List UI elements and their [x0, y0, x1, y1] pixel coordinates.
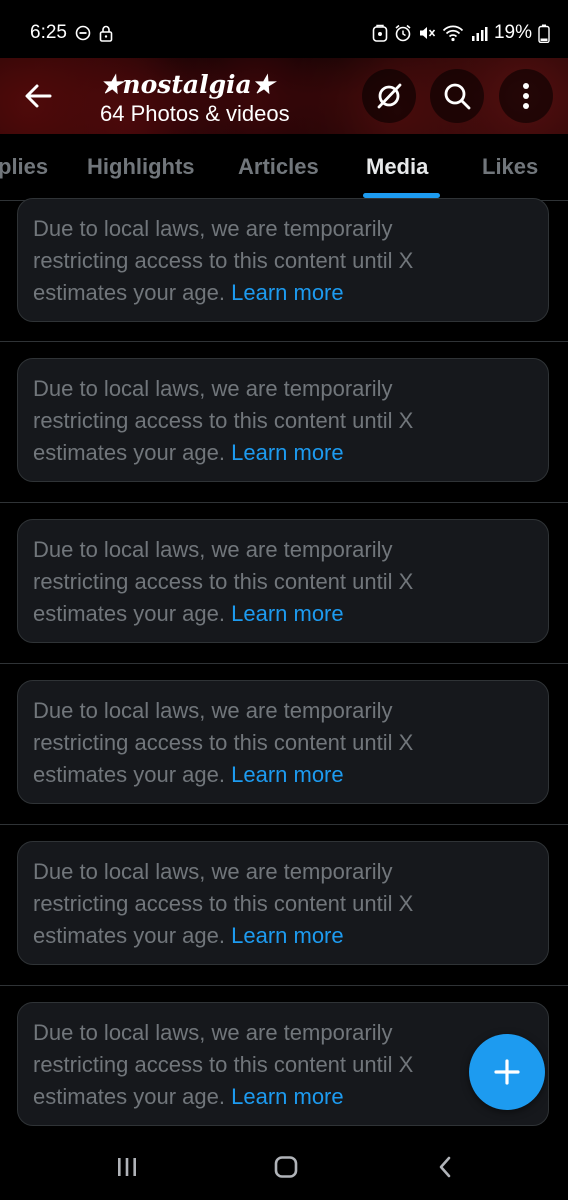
list-item: Due to local laws, we are temporarily re…: [0, 502, 568, 664]
status-bar: 6:25 19%: [0, 0, 568, 58]
learn-more-link[interactable]: Learn more: [231, 762, 344, 787]
back-button[interactable]: [14, 73, 62, 119]
more-button[interactable]: [499, 69, 553, 123]
age-restriction-notice: Due to local laws, we are temporarily re…: [17, 680, 549, 804]
media-count: 64 Photos & videos: [100, 101, 290, 126]
app-notification-icon: [372, 24, 388, 42]
tab-replies[interactable]: plies: [0, 154, 48, 180]
recent-apps-icon: [118, 1158, 136, 1176]
profile-name: ★nostalgia★: [100, 70, 275, 99]
lock-icon: [99, 25, 113, 42]
grok-button[interactable]: [362, 69, 416, 123]
notice-line: estimates your age.: [33, 1084, 225, 1109]
notice-line: restricting access to this content until…: [33, 891, 414, 916]
notice-line: estimates your age.: [33, 601, 225, 626]
notice-line: Due to local laws, we are temporarily: [33, 537, 393, 562]
tab-media[interactable]: Media: [366, 154, 428, 180]
tab-articles[interactable]: Articles: [238, 154, 319, 180]
profile-tabs: plies Highlights Articles Media Likes: [0, 134, 568, 201]
notice-line: restricting access to this content until…: [33, 1052, 414, 1077]
signal-icon: [470, 24, 488, 42]
profile-header: ★nostalgia★ 64 Photos & videos: [0, 58, 568, 134]
notice-line: restricting access to this content until…: [33, 730, 414, 755]
system-back-button[interactable]: [425, 1150, 465, 1184]
age-restriction-notice: Due to local laws, we are temporarily re…: [17, 841, 549, 965]
notice-line: Due to local laws, we are temporarily: [33, 698, 393, 723]
plus-icon: [494, 1059, 520, 1085]
status-time: 6:25: [30, 22, 67, 43]
notice-line: estimates your age.: [33, 440, 225, 465]
battery-icon: [538, 24, 550, 43]
tab-highlights[interactable]: Highlights: [87, 154, 195, 180]
back-icon: [439, 1156, 451, 1178]
learn-more-link[interactable]: Learn more: [231, 1084, 344, 1109]
mute-icon: [418, 24, 436, 42]
recent-apps-button[interactable]: [107, 1150, 147, 1184]
list-item: Due to local laws, we are temporarily re…: [0, 198, 568, 342]
notice-line: Due to local laws, we are temporarily: [33, 859, 393, 884]
home-icon: [274, 1156, 298, 1178]
learn-more-link[interactable]: Learn more: [231, 280, 344, 305]
learn-more-link[interactable]: Learn more: [231, 601, 344, 626]
more-vertical-icon: [523, 83, 529, 109]
battery-percent: 19%: [493, 22, 532, 43]
compose-button[interactable]: [469, 1034, 545, 1110]
search-icon: [444, 83, 471, 110]
search-button[interactable]: [430, 69, 484, 123]
learn-more-link[interactable]: Learn more: [231, 923, 344, 948]
alarm-icon: [394, 24, 412, 42]
notice-line: Due to local laws, we are temporarily: [33, 376, 393, 401]
system-nav-bar: [0, 1132, 568, 1200]
list-item: Due to local laws, we are temporarily re…: [0, 824, 568, 986]
home-button[interactable]: [266, 1150, 306, 1184]
age-restriction-notice: Due to local laws, we are temporarily re…: [17, 358, 549, 482]
notice-line: estimates your age.: [33, 280, 225, 305]
header-title: ★nostalgia★ 64 Photos & videos: [100, 70, 290, 128]
do-not-disturb-icon: [75, 25, 91, 41]
learn-more-link[interactable]: Learn more: [231, 440, 344, 465]
age-restriction-notice: Due to local laws, we are temporarily re…: [17, 198, 549, 322]
notice-line: estimates your age.: [33, 762, 225, 787]
tab-likes[interactable]: Likes: [482, 154, 538, 180]
notice-line: restricting access to this content until…: [33, 248, 414, 273]
notice-line: Due to local laws, we are temporarily: [33, 216, 393, 241]
notice-line: restricting access to this content until…: [33, 408, 414, 433]
wifi-icon: [442, 24, 464, 42]
notice-line: Due to local laws, we are temporarily: [33, 1020, 393, 1045]
notice-line: estimates your age.: [33, 923, 225, 948]
list-item: Due to local laws, we are temporarily re…: [0, 663, 568, 825]
age-restriction-notice: Due to local laws, we are temporarily re…: [17, 519, 549, 643]
back-arrow-icon: [25, 84, 52, 108]
grok-icon: [377, 83, 402, 109]
notice-line: restricting access to this content until…: [33, 569, 414, 594]
list-item: Due to local laws, we are temporarily re…: [0, 341, 568, 503]
